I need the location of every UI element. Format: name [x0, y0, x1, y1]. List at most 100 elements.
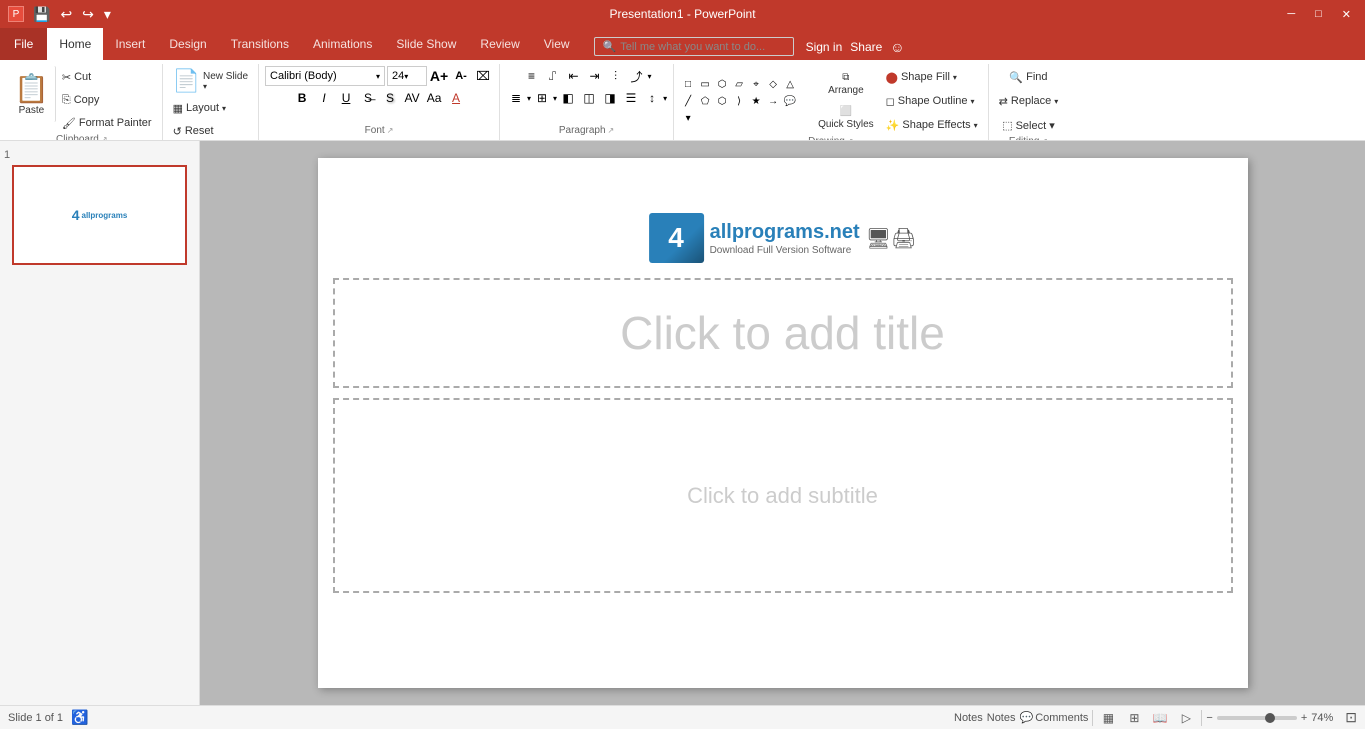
zoom-level[interactable]: 74%: [1311, 712, 1341, 724]
align-center-btn[interactable]: ◫: [579, 88, 599, 108]
cut-button[interactable]: ✂ Cut: [58, 66, 156, 88]
sign-in-btn[interactable]: Sign in: [806, 40, 843, 54]
shape-callout[interactable]: 💬: [782, 93, 798, 109]
align-text-btn[interactable]: ≣: [506, 88, 526, 108]
tab-design[interactable]: Design: [157, 28, 218, 60]
font-name-dropdown[interactable]: Calibri (Body) ▾: [265, 66, 385, 86]
layout-button[interactable]: ▦ Layout ▾: [169, 97, 230, 119]
tab-transitions[interactable]: Transitions: [219, 28, 301, 60]
copy-button[interactable]: ⎘ Copy: [58, 89, 156, 111]
paste-button[interactable]: 📋 Paste: [8, 66, 56, 122]
reading-view-btn[interactable]: 📖: [1149, 707, 1171, 729]
strikethrough-btn[interactable]: S̶: [358, 88, 378, 108]
normal-view-btn[interactable]: ▦: [1097, 707, 1119, 729]
tab-view[interactable]: View: [532, 28, 582, 60]
tab-review[interactable]: Review: [468, 28, 531, 60]
smiley-icon[interactable]: ☺: [890, 39, 904, 55]
notes-label-text[interactable]: Notes: [987, 712, 1016, 724]
decrease-font-btn[interactable]: A-: [451, 66, 471, 86]
font-size-dropdown[interactable]: 24 ▾: [387, 66, 427, 86]
tell-me-bar[interactable]: 🔍 Tell me what you want to do...: [594, 37, 794, 56]
line-spacing-btn[interactable]: ↕: [642, 88, 662, 108]
paragraph-expand-icon[interactable]: ↗: [608, 126, 615, 135]
arrange-button[interactable]: ⧉ Arrange: [814, 68, 878, 100]
drawing-expand-icon[interactable]: ↗: [847, 137, 854, 140]
comments-btn[interactable]: 💬 Comments: [1020, 711, 1089, 724]
align-right-btn[interactable]: ◨: [600, 88, 620, 108]
undo-icon[interactable]: ↩: [57, 5, 75, 24]
shape-chevron[interactable]: ⟩: [731, 93, 747, 109]
subtitle-placeholder[interactable]: Click to add subtitle: [333, 398, 1233, 593]
shape-rect[interactable]: □: [680, 76, 696, 92]
accessibility-icon[interactable]: ♿: [71, 709, 88, 726]
smart-art-btn[interactable]: ⊞: [532, 88, 552, 108]
minimize-btn[interactable]: ─: [1281, 6, 1301, 22]
tab-animations[interactable]: Animations: [301, 28, 384, 60]
quick-styles-button[interactable]: ⬜ Quick Styles: [814, 102, 878, 134]
shape-triangle[interactable]: △: [782, 76, 798, 92]
change-case-btn[interactable]: Aa: [424, 88, 444, 108]
shape-outline-button[interactable]: ◻ Shape Outline ▾: [882, 90, 982, 112]
bullets-btn[interactable]: ≡: [522, 66, 542, 86]
shape-diamond[interactable]: ◇: [765, 76, 781, 92]
shape-more[interactable]: ▾: [680, 110, 696, 126]
italic-btn[interactable]: I: [314, 88, 334, 108]
drawing-right-btns: ⧉ Arrange ⬜ Quick Styles: [814, 68, 878, 134]
text-shadow-btn[interactable]: S: [380, 88, 400, 108]
clear-format-btn[interactable]: ⌧: [473, 66, 493, 86]
redo-icon[interactable]: ↪: [79, 5, 97, 24]
shape-rounded-rect[interactable]: ▭: [697, 76, 713, 92]
close-btn[interactable]: ✕: [1336, 6, 1357, 23]
drawing-content: □ ▭ ⬡ ▱ ⌖ ◇ △ ╱ ⬠ ⬡ ⟩ ★ → 💬 ▾: [680, 66, 982, 136]
font-color-btn[interactable]: A: [446, 88, 466, 108]
zoom-out-btn[interactable]: −: [1206, 712, 1212, 724]
font-expand-icon[interactable]: ↗: [387, 126, 394, 135]
text-direction-btn[interactable]: ⤴: [627, 66, 647, 86]
tab-slideshow[interactable]: Slide Show: [384, 28, 468, 60]
clipboard-expand-icon[interactable]: ↗: [101, 135, 108, 140]
shape-trapezoid[interactable]: ⌖: [748, 76, 764, 92]
justify-btn[interactable]: ☰: [621, 88, 641, 108]
shape-star[interactable]: ★: [748, 93, 764, 109]
shape-hexagon[interactable]: ⬡: [714, 93, 730, 109]
shape-line[interactable]: ╱: [680, 93, 696, 109]
shape-snip-rect[interactable]: ⬡: [714, 76, 730, 92]
find-button[interactable]: 🔍 Find: [1005, 66, 1051, 88]
editing-expand-icon[interactable]: ↗: [1041, 137, 1048, 140]
align-left-btn[interactable]: ◧: [558, 88, 578, 108]
slide-thumbnail[interactable]: 4 allprograms: [12, 165, 187, 265]
shape-parallelogram[interactable]: ▱: [731, 76, 747, 92]
title-placeholder[interactable]: Click to add title: [333, 278, 1233, 388]
slide-canvas[interactable]: 4 allprograms.net Download Full Version …: [318, 158, 1248, 688]
shape-fill-button[interactable]: ⬤ Shape Fill ▾: [882, 66, 982, 88]
columns-btn[interactable]: ⫶: [606, 66, 626, 86]
new-slide-button[interactable]: 📄 New Slide ▾: [169, 66, 252, 96]
increase-font-btn[interactable]: A+: [429, 66, 449, 86]
notes-btn[interactable]: Notes: [954, 712, 983, 724]
shape-arrow[interactable]: →: [765, 93, 781, 109]
numbering-btn[interactable]: ⑀: [543, 66, 563, 86]
customize-icon[interactable]: ▾: [101, 5, 114, 24]
save-icon[interactable]: 💾: [30, 5, 53, 24]
tab-insert[interactable]: Insert: [103, 28, 157, 60]
bold-btn[interactable]: B: [292, 88, 312, 108]
decrease-indent-btn[interactable]: ⇤: [564, 66, 584, 86]
format-painter-button[interactable]: 🖌 Format Painter: [58, 112, 156, 134]
fit-btn[interactable]: ⊡: [1345, 709, 1357, 726]
char-spacing-btn[interactable]: AV: [402, 88, 422, 108]
zoom-slider[interactable]: [1217, 716, 1297, 720]
slide-sorter-btn[interactable]: ⊞: [1123, 707, 1145, 729]
underline-btn[interactable]: U: [336, 88, 356, 108]
share-btn[interactable]: Share: [850, 40, 882, 54]
replace-button[interactable]: ⇄ Replace ▾: [995, 90, 1063, 112]
slideshow-view-btn[interactable]: ▷: [1175, 707, 1197, 729]
reset-button[interactable]: ↺ Reset: [169, 120, 218, 140]
select-button[interactable]: ⬚ Select ▾: [998, 114, 1059, 136]
maximize-btn[interactable]: □: [1309, 6, 1328, 22]
tab-file[interactable]: File: [0, 28, 47, 60]
tab-home[interactable]: Home: [47, 28, 103, 60]
zoom-in-btn[interactable]: +: [1301, 712, 1307, 724]
shape-effects-button[interactable]: ✨ Shape Effects ▾: [882, 114, 982, 136]
shape-pentagon[interactable]: ⬠: [697, 93, 713, 109]
increase-indent-btn[interactable]: ⇥: [585, 66, 605, 86]
